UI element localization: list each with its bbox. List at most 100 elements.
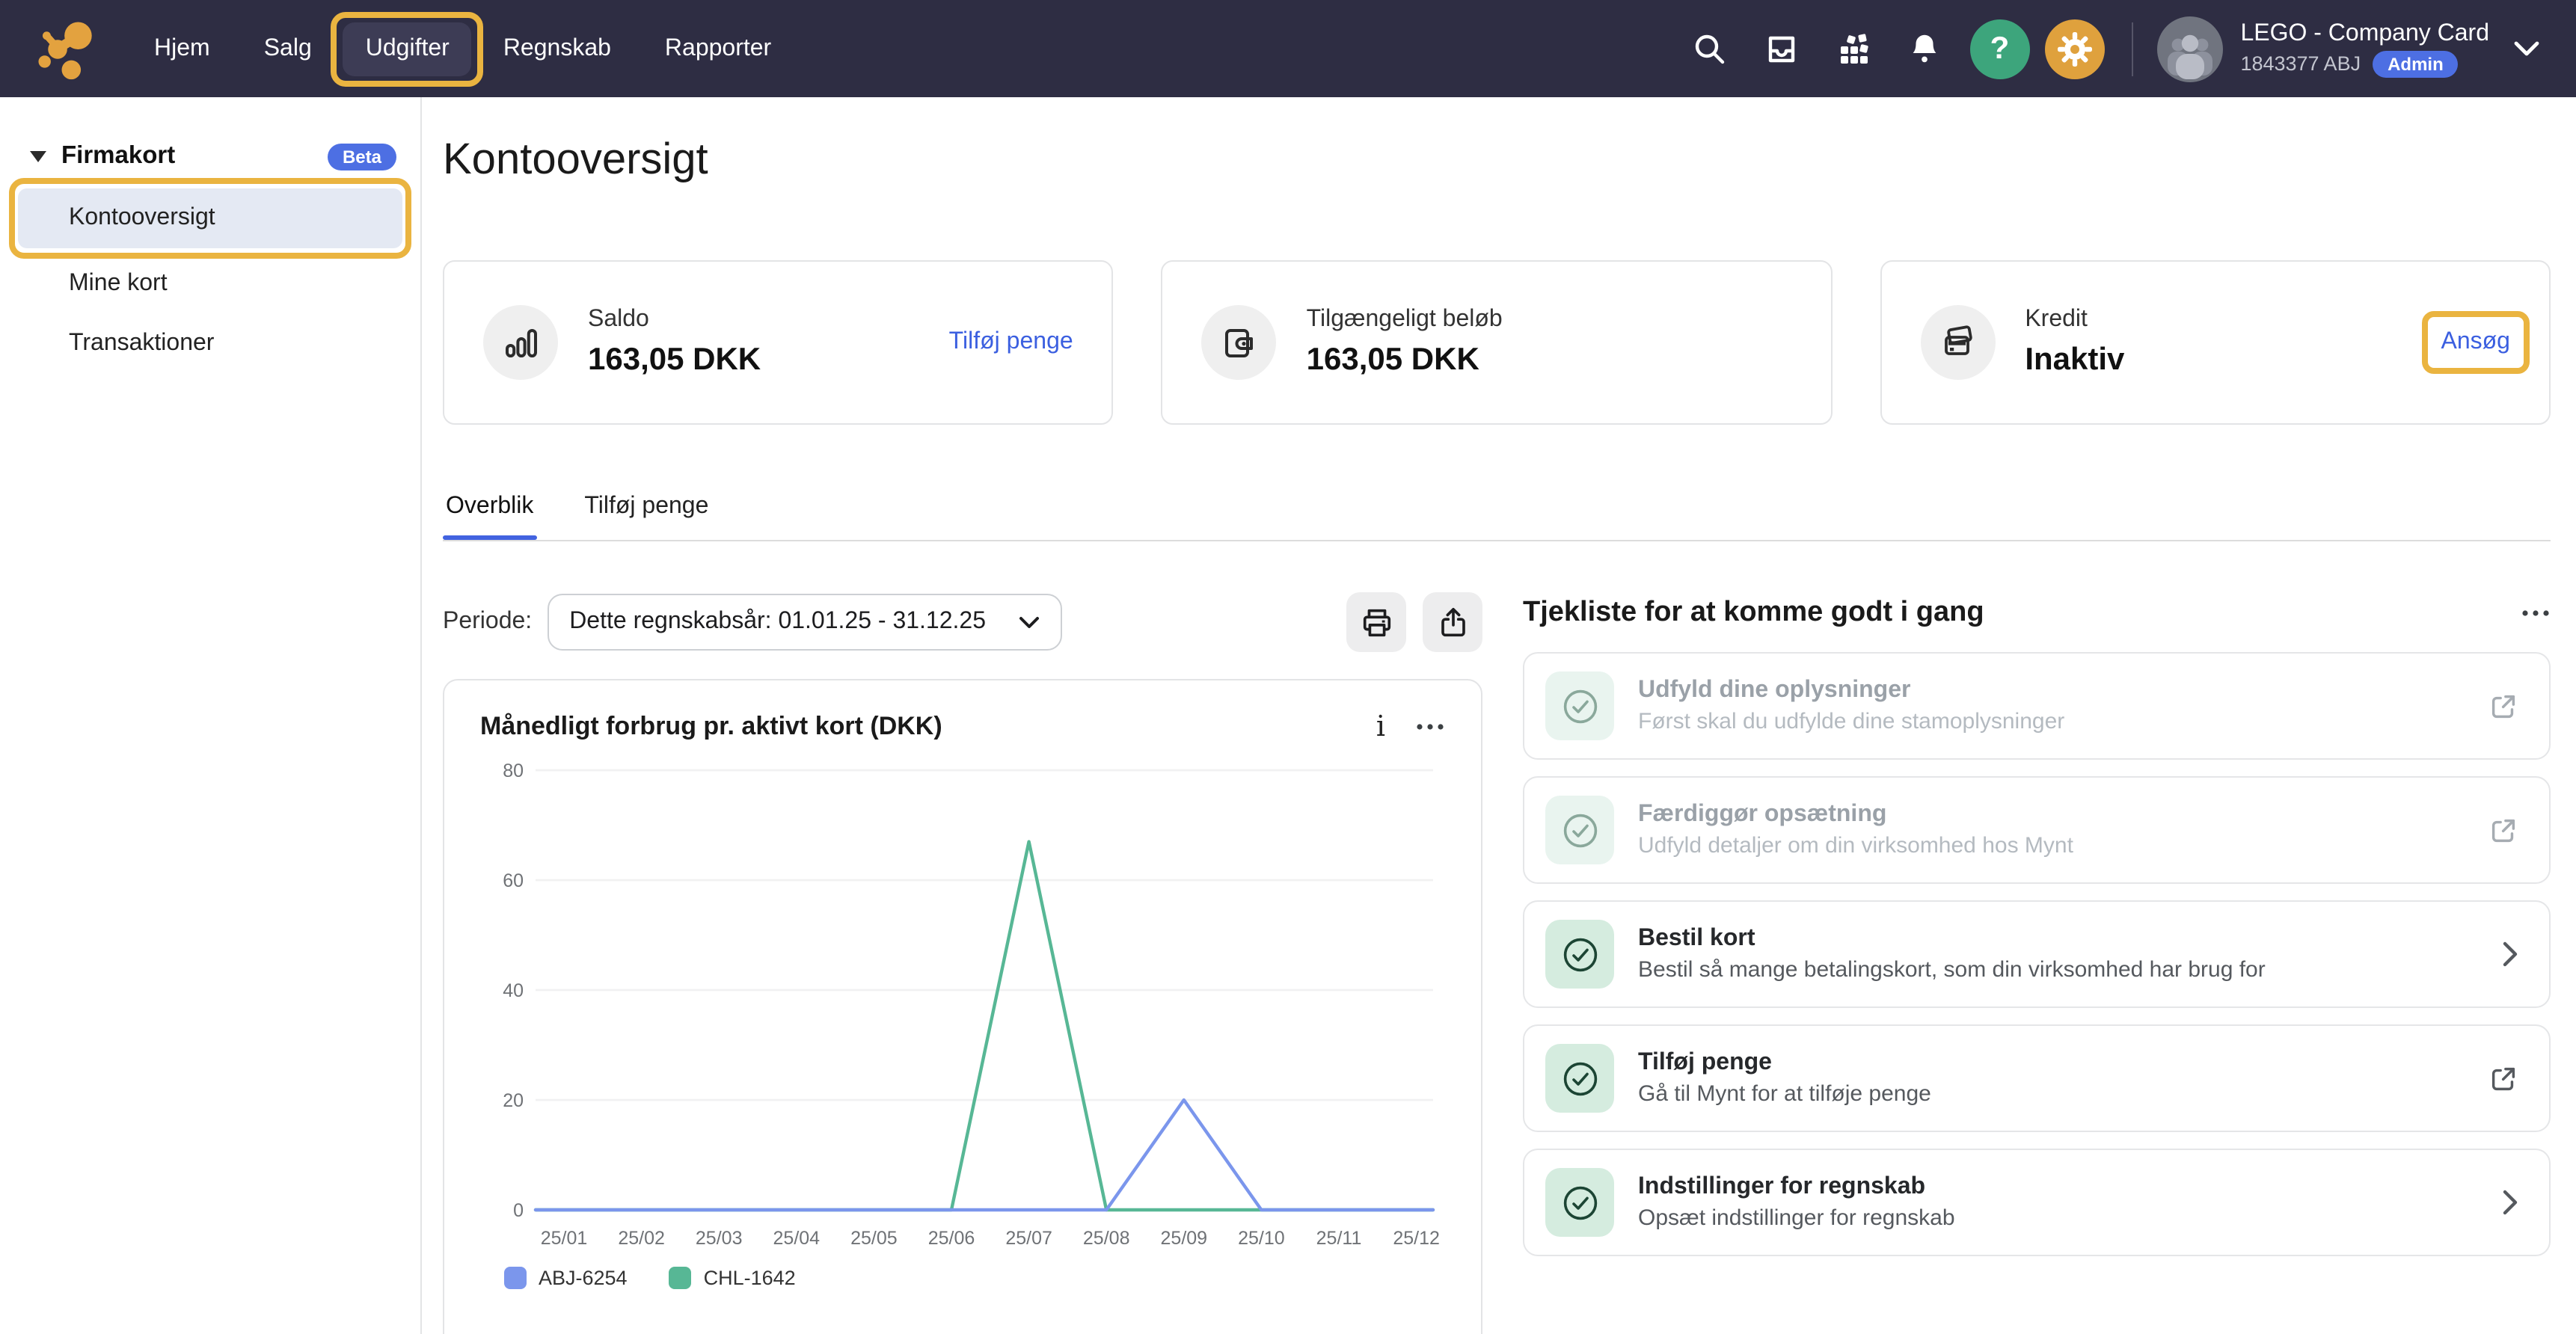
chart-menu-icon[interactable]	[1415, 722, 1445, 731]
company-name: LEGO - Company Card	[2240, 20, 2489, 47]
inbox-icon[interactable]	[1751, 19, 1811, 79]
checklist-title: Tjekliste for at komme godt i gang	[1523, 597, 1984, 630]
search-icon[interactable]	[1679, 19, 1739, 79]
export-button[interactable]	[1423, 592, 1482, 652]
svg-text:25/02: 25/02	[618, 1228, 665, 1249]
nav-item-label: Regnskab	[503, 35, 611, 61]
svg-text:25/12: 25/12	[1393, 1228, 1440, 1249]
checklist-menu-icon[interactable]	[2521, 609, 2551, 618]
legend-item-abj-6254[interactable]: ABJ-6254	[504, 1267, 628, 1289]
role-badge: Admin	[2373, 50, 2459, 77]
nav-item-udgifter[interactable]: Udgifter	[343, 22, 472, 76]
svg-text:25/04: 25/04	[773, 1228, 821, 1249]
tilfoej-penge-link[interactable]: Tilføj penge	[949, 329, 1073, 356]
summary-cards-row: Saldo 163,05 DKK Tilføj penge Ti	[443, 260, 2551, 425]
check-circle-icon	[1545, 920, 1614, 989]
kredit-card: Kredit Inaktiv Ansøg	[1880, 260, 2551, 425]
gear-icon[interactable]	[2044, 19, 2104, 79]
checklist-item-subtitle: Udfyld detaljer om din virksomhed hos My…	[1638, 833, 2073, 858]
legend-item-chl-1642[interactable]: CHL-1642	[669, 1267, 796, 1289]
sidebar-item-label: Kontooversigt	[69, 205, 215, 232]
period-row: Periode: Dette regnskabsår: 01.01.25 - 3…	[443, 592, 1482, 652]
ansoeg-link[interactable]: Ansøg	[2441, 329, 2510, 356]
tilgaengeligt-label: Tilgængeligt beløb	[1307, 307, 1503, 334]
chevron-right-icon	[2501, 941, 2519, 968]
tab-tilfoej-penge[interactable]: Tilføj penge	[584, 494, 708, 540]
chart-title: Månedligt forbrug pr. aktivt kort (DKK)	[480, 712, 942, 742]
info-icon[interactable]: i	[1367, 710, 1394, 743]
checklist-item-faerdiggoer-opsaetning[interactable]: Færdiggør opsætning Udfyld detaljer om d…	[1523, 776, 2551, 884]
tab-label: Overblik	[446, 494, 533, 519]
nav-item-salg[interactable]: Salg	[242, 22, 334, 76]
tab-overblik[interactable]: Overblik	[446, 494, 533, 540]
nav-item-regnskab[interactable]: Regnskab	[481, 22, 634, 76]
sidebar-item-kontooversigt[interactable]: Kontooversigt	[18, 188, 402, 248]
tilgaengeligt-beloeb-card: Tilgængeligt beløb 163,05 DKK	[1162, 260, 1833, 425]
svg-text:25/03: 25/03	[696, 1228, 743, 1249]
kredit-label: Kredit	[2025, 307, 2124, 334]
checklist-panel: Tjekliste for at komme godt i gang Udfyl…	[1523, 592, 2551, 1334]
svg-text:20: 20	[503, 1090, 524, 1111]
print-button[interactable]	[1346, 592, 1406, 652]
sidebar-item-transaktioner[interactable]: Transaktioner	[0, 314, 420, 374]
nav-item-rapporter[interactable]: Rapporter	[643, 22, 794, 76]
saldo-card: Saldo 163,05 DKK Tilføj penge	[443, 260, 1114, 425]
checklist-items: Udfyld dine oplysninger Først skal du ud…	[1523, 652, 2551, 1256]
credit-cards-icon	[1920, 305, 1995, 380]
checklist-item-title: Tilføj penge	[1638, 1050, 1931, 1077]
svg-text:25/10: 25/10	[1238, 1228, 1285, 1249]
help-icon[interactable]: ?	[1969, 19, 2029, 79]
sidebar-item-mine-kort[interactable]: Mine kort	[0, 254, 420, 314]
nav-item-label: Rapporter	[665, 35, 771, 61]
beta-badge: Beta	[328, 143, 396, 170]
sidebar-item-label: Transaktioner	[69, 331, 214, 357]
link-label: Ansøg	[2441, 329, 2510, 354]
app-logo-icon[interactable]	[33, 16, 99, 82]
period-label: Periode:	[443, 609, 532, 636]
check-circle-icon	[1545, 671, 1614, 740]
sidebar-section-firmakort[interactable]: Firmakort Beta	[0, 130, 420, 182]
tab-bar: Overblik Tilføj penge	[443, 494, 2551, 541]
check-circle-icon	[1545, 1044, 1614, 1113]
tab-label: Tilføj penge	[584, 494, 708, 519]
notifications-bell-icon[interactable]	[1895, 19, 1954, 79]
kredit-value: Inaktiv	[2025, 342, 2124, 378]
svg-text:25/07: 25/07	[1005, 1228, 1052, 1249]
checklist-item-udfyld-oplysninger[interactable]: Udfyld dine oplysninger Først skal du ud…	[1523, 652, 2551, 760]
sidebar: Firmakort Beta Kontooversigt Mine kort T…	[0, 97, 422, 1334]
checklist-item-title: Færdiggør opsætning	[1638, 802, 2073, 829]
legend-swatch	[504, 1267, 527, 1289]
period-dropdown[interactable]: Dette regnskabsår: 01.01.25 - 31.12.25	[547, 594, 1062, 651]
svg-text:25/08: 25/08	[1083, 1228, 1130, 1249]
nav-item-label: Hjem	[154, 35, 210, 61]
overview-column: Periode: Dette regnskabsår: 01.01.25 - 3…	[443, 592, 1482, 1334]
chevron-down-icon	[1019, 615, 1040, 629]
svg-text:0: 0	[513, 1200, 524, 1221]
account-switcher[interactable]: LEGO - Company Card 1843377 ABJ Admin	[2240, 20, 2489, 77]
chart-card: Månedligt forbrug pr. aktivt kort (DKK) …	[443, 679, 1482, 1334]
spending-line-chart: 02040608025/0125/0225/0325/0425/0525/062…	[480, 749, 1448, 1258]
checklist-item-bestil-kort[interactable]: Bestil kort Bestil så mange betalingskor…	[1523, 900, 2551, 1008]
checklist-item-subtitle: Gå til Mynt for at tilføje penge	[1638, 1081, 1931, 1107]
saldo-value: 163,05 DKK	[588, 342, 761, 378]
svg-text:25/05: 25/05	[850, 1228, 898, 1249]
svg-text:80: 80	[503, 760, 524, 781]
page-title: Kontooversigt	[443, 136, 2551, 185]
apps-grid-icon[interactable]	[1823, 19, 1883, 79]
chevron-down-icon[interactable]	[2513, 40, 2540, 57]
legend-swatch	[669, 1267, 692, 1289]
svg-text:25/09: 25/09	[1161, 1228, 1208, 1249]
main-menu: Hjem Salg Udgifter Regnskab Rapporter	[132, 22, 794, 76]
nav-item-label: Udgifter	[366, 35, 450, 61]
nav-item-hjem[interactable]: Hjem	[132, 22, 233, 76]
checklist-item-title: Bestil kort	[1638, 926, 2266, 953]
wallet-icon	[1202, 305, 1277, 380]
checklist-item-tilfoej-penge[interactable]: Tilføj penge Gå til Mynt for at tilføje …	[1523, 1024, 2551, 1132]
checklist-item-indstillinger[interactable]: Indstillinger for regnskab Opsæt indstil…	[1523, 1149, 2551, 1256]
avatar[interactable]	[2156, 16, 2222, 82]
chart-legend: ABJ-6254 CHL-1642	[480, 1267, 1445, 1289]
checklist-item-subtitle: Først skal du udfylde dine stamoplysning…	[1638, 709, 2064, 734]
checklist-item-title: Indstillinger for regnskab	[1638, 1174, 1955, 1201]
sidebar-item-label: Mine kort	[69, 271, 168, 298]
nav-divider	[2131, 22, 2132, 76]
